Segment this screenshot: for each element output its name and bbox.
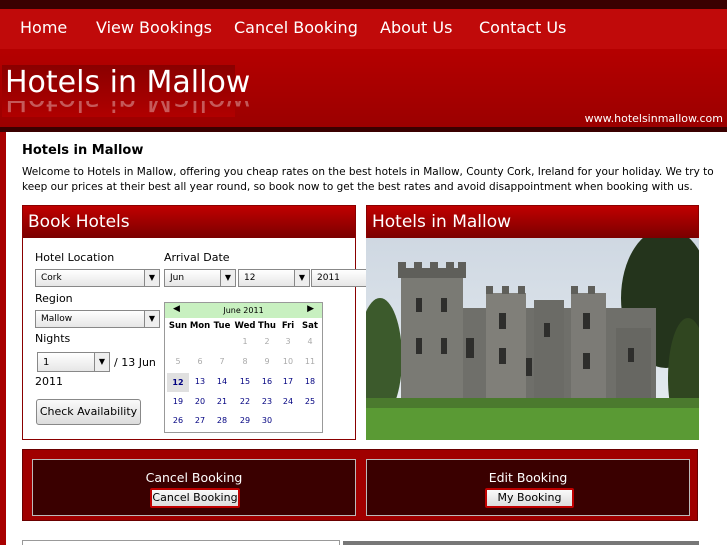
nights-select[interactable]: 1 ▼	[37, 352, 110, 372]
top-strip	[0, 0, 727, 9]
calendar-day[interactable]: 20	[189, 397, 211, 406]
nav-contact-us[interactable]: Contact Us	[479, 18, 566, 37]
region-select[interactable]: Mallow ▼	[35, 310, 160, 328]
next-section-left	[22, 540, 340, 545]
arrival-month-select[interactable]: Jun ▼	[164, 269, 236, 287]
calendar-day[interactable]: 23	[256, 397, 278, 406]
region-label: Region	[35, 292, 73, 305]
calendar-day: 10	[282, 357, 294, 366]
next-month-icon[interactable]: ▶	[307, 304, 314, 314]
calendar-weekday: Wed	[234, 321, 256, 331]
logo-reflection: Hotels in Mallow	[5, 101, 250, 117]
arrival-day-select[interactable]: 12 ▼	[238, 269, 310, 287]
calendar-weekday: Thu	[258, 321, 276, 331]
calendar-day: 8	[242, 357, 248, 366]
main-nav: Home View Bookings Cancel Booking About …	[0, 9, 727, 49]
cancel-booking-title: Cancel Booking	[145, 470, 243, 485]
calendar-day[interactable]: 15	[234, 377, 256, 386]
calendar-day[interactable]: 25	[299, 397, 321, 406]
hotel-location-label: Hotel Location	[35, 251, 115, 264]
castle-photo	[366, 238, 699, 440]
cancel-booking-button[interactable]: Cancel Booking	[150, 488, 240, 508]
edit-booking-title: Edit Booking	[488, 470, 568, 485]
arrival-date-label: Arrival Date	[164, 251, 230, 264]
date-picker-calendar: ◀ June 2011 ▶ Sun Mon Tue Wed Thu Fri Sat 1 2 3 4 5…	[164, 302, 323, 433]
departure-year-text: 2011	[35, 375, 63, 388]
region-value: Mallow	[41, 314, 73, 324]
calendar-day[interactable]: 17	[277, 377, 299, 386]
cancel-booking-box: Cancel Booking Cancel Booking	[32, 459, 356, 516]
calendar-day: 11	[304, 357, 316, 366]
site-logo[interactable]: Hotels in Mallow	[5, 65, 250, 101]
arrival-year-value: 2011	[317, 273, 340, 283]
calendar-title: June 2011	[223, 306, 264, 315]
calendar-day[interactable]: 19	[167, 397, 189, 406]
calendar-weekday: Sun	[168, 321, 188, 331]
calendar-day[interactable]: 21	[211, 397, 233, 406]
calendar-day: 9	[264, 357, 270, 366]
calendar-day[interactable]: 29	[234, 416, 256, 425]
chevron-down-icon: ▼	[220, 270, 235, 286]
page-title: Hotels in Mallow	[22, 143, 144, 158]
calendar-day[interactable]: 13	[189, 377, 211, 386]
check-availability-button[interactable]: Check Availability	[36, 399, 141, 425]
nights-value: 1	[43, 357, 50, 368]
calendar-day[interactable]: 22	[234, 397, 256, 406]
calendar-day[interactable]: 24	[277, 397, 299, 406]
calendar-day: 5	[175, 357, 181, 366]
arrival-month-value: Jun	[170, 273, 185, 283]
nights-label: Nights	[35, 332, 71, 345]
calendar-day[interactable]: 26	[167, 416, 189, 425]
nav-about-us[interactable]: About Us	[380, 18, 452, 37]
calendar-header: ◀ June 2011 ▶	[165, 303, 322, 318]
nav-cancel-booking[interactable]: Cancel Booking	[234, 18, 358, 37]
calendar-day[interactable]: 30	[256, 416, 278, 425]
site-url: www.hotelsinmallow.com	[584, 112, 723, 125]
calendar-weekday: Fri	[281, 321, 295, 331]
chevron-down-icon: ▼	[144, 270, 159, 286]
calendar-day: 3	[285, 337, 291, 346]
hotel-location-value: Cork	[41, 273, 62, 283]
intro-text: Welcome to Hotels in Mallow, offering yo…	[22, 166, 714, 193]
calendar-day: 4	[307, 337, 313, 346]
calendar-day[interactable]: 14	[211, 377, 233, 386]
hotel-location-select[interactable]: Cork ▼	[35, 269, 160, 287]
book-hotels-title: Book Hotels	[23, 206, 355, 238]
chevron-down-icon: ▼	[144, 311, 159, 327]
calendar-day[interactable]: 28	[211, 416, 233, 425]
arrival-year-select[interactable]: 2011	[311, 269, 366, 287]
calendar-weekday: Sat	[302, 321, 318, 331]
header-banner: Hotels in Mallow Hotels in Mallow www.ho…	[0, 49, 727, 127]
photo-panel-title: Hotels in Mallow	[367, 206, 698, 238]
edit-booking-box: Edit Booking My Booking	[366, 459, 690, 516]
calendar-weekday: Mon	[189, 321, 211, 331]
calendar-day[interactable]: 12	[167, 373, 189, 392]
next-section-right	[343, 541, 699, 545]
calendar-day: 2	[264, 337, 270, 346]
chevron-down-icon: ▼	[294, 270, 309, 286]
calendar-day[interactable]: 16	[256, 377, 278, 386]
calendar-day: 7	[219, 357, 225, 366]
arrival-day-value: 12	[244, 273, 256, 283]
nav-view-bookings[interactable]: View Bookings	[96, 18, 212, 37]
calendar-day: 1	[242, 337, 248, 346]
calendar-day: 6	[197, 357, 203, 366]
my-booking-button[interactable]: My Booking	[485, 488, 574, 508]
chevron-down-icon: ▼	[94, 353, 109, 371]
calendar-day[interactable]: 18	[299, 377, 321, 386]
nav-home[interactable]: Home	[20, 18, 67, 37]
departure-date-text: / 13 Jun	[114, 356, 156, 369]
calendar-day[interactable]: 27	[189, 416, 211, 425]
calendar-weekday: Tue	[213, 321, 231, 331]
